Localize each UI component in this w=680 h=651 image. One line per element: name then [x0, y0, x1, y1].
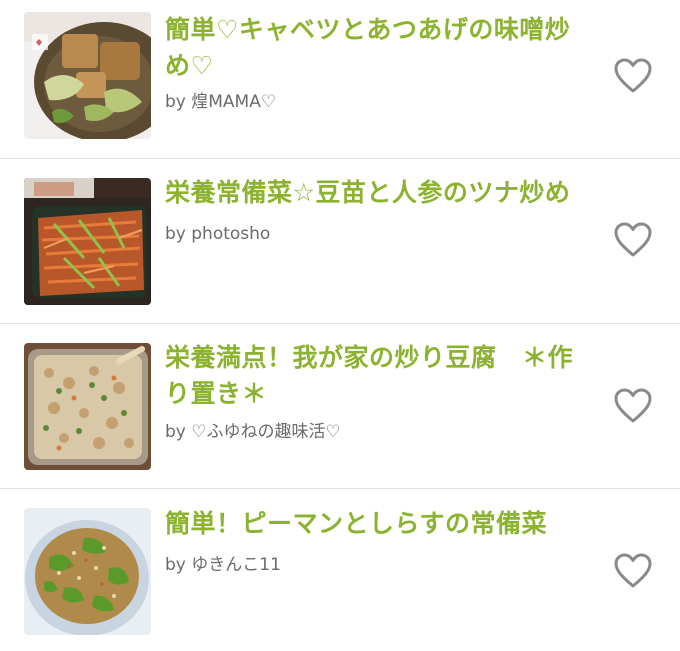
- recipe-title[interactable]: 簡単♡キャベツとあつあげの味噌炒め♡: [165, 12, 595, 84]
- recipe-thumbnail[interactable]: [24, 508, 151, 635]
- scrambled-tofu-container-photo: [24, 343, 151, 470]
- recipe-thumbnail[interactable]: [24, 178, 151, 305]
- heart-outline-icon: [614, 58, 652, 93]
- favorite-button[interactable]: [613, 553, 653, 589]
- recipe-title[interactable]: 簡単！ピーマンとしらすの常備菜: [165, 506, 595, 542]
- recipe-thumbnail[interactable]: [24, 343, 151, 470]
- favorite-button[interactable]: [613, 222, 653, 258]
- recipe-card[interactable]: 栄養満点！我が家の炒り豆腐 ＊作り置き＊ by ♡ふゆねの趣味活♡: [0, 324, 680, 489]
- heart-outline-icon: [614, 388, 652, 423]
- green-pepper-shirasu-photo: [24, 508, 151, 635]
- heart-outline-icon: [614, 222, 652, 257]
- carrot-pea-shoot-salad-photo: [24, 178, 151, 305]
- recipe-author[interactable]: by ♡ふゆねの趣味活♡: [165, 421, 341, 443]
- recipe-title[interactable]: 栄養常備菜☆豆苗と人参のツナ炒め: [165, 175, 595, 211]
- fried-tofu-cabbage-photo: [24, 12, 151, 139]
- recipe-author[interactable]: by 煌MAMA♡: [165, 91, 276, 113]
- recipe-author[interactable]: by ゆきんこ11: [165, 554, 281, 576]
- recipe-list: 簡単♡キャベツとあつあげの味噌炒め♡ by 煌MAMA♡ 栄養常備菜☆豆苗と人参…: [0, 0, 680, 651]
- recipe-thumbnail[interactable]: [24, 12, 151, 139]
- recipe-card[interactable]: 栄養常備菜☆豆苗と人参のツナ炒め by photosho: [0, 159, 680, 324]
- favorite-button[interactable]: [613, 58, 653, 94]
- recipe-title[interactable]: 栄養満点！我が家の炒り豆腐 ＊作り置き＊: [165, 340, 595, 412]
- favorite-button[interactable]: [613, 388, 653, 424]
- heart-outline-icon: [614, 553, 652, 588]
- recipe-card[interactable]: 簡単♡キャベツとあつあげの味噌炒め♡ by 煌MAMA♡: [0, 0, 680, 159]
- recipe-card[interactable]: 簡単！ピーマンとしらすの常備菜 by ゆきんこ11: [0, 489, 680, 651]
- recipe-author[interactable]: by photosho: [165, 223, 270, 245]
